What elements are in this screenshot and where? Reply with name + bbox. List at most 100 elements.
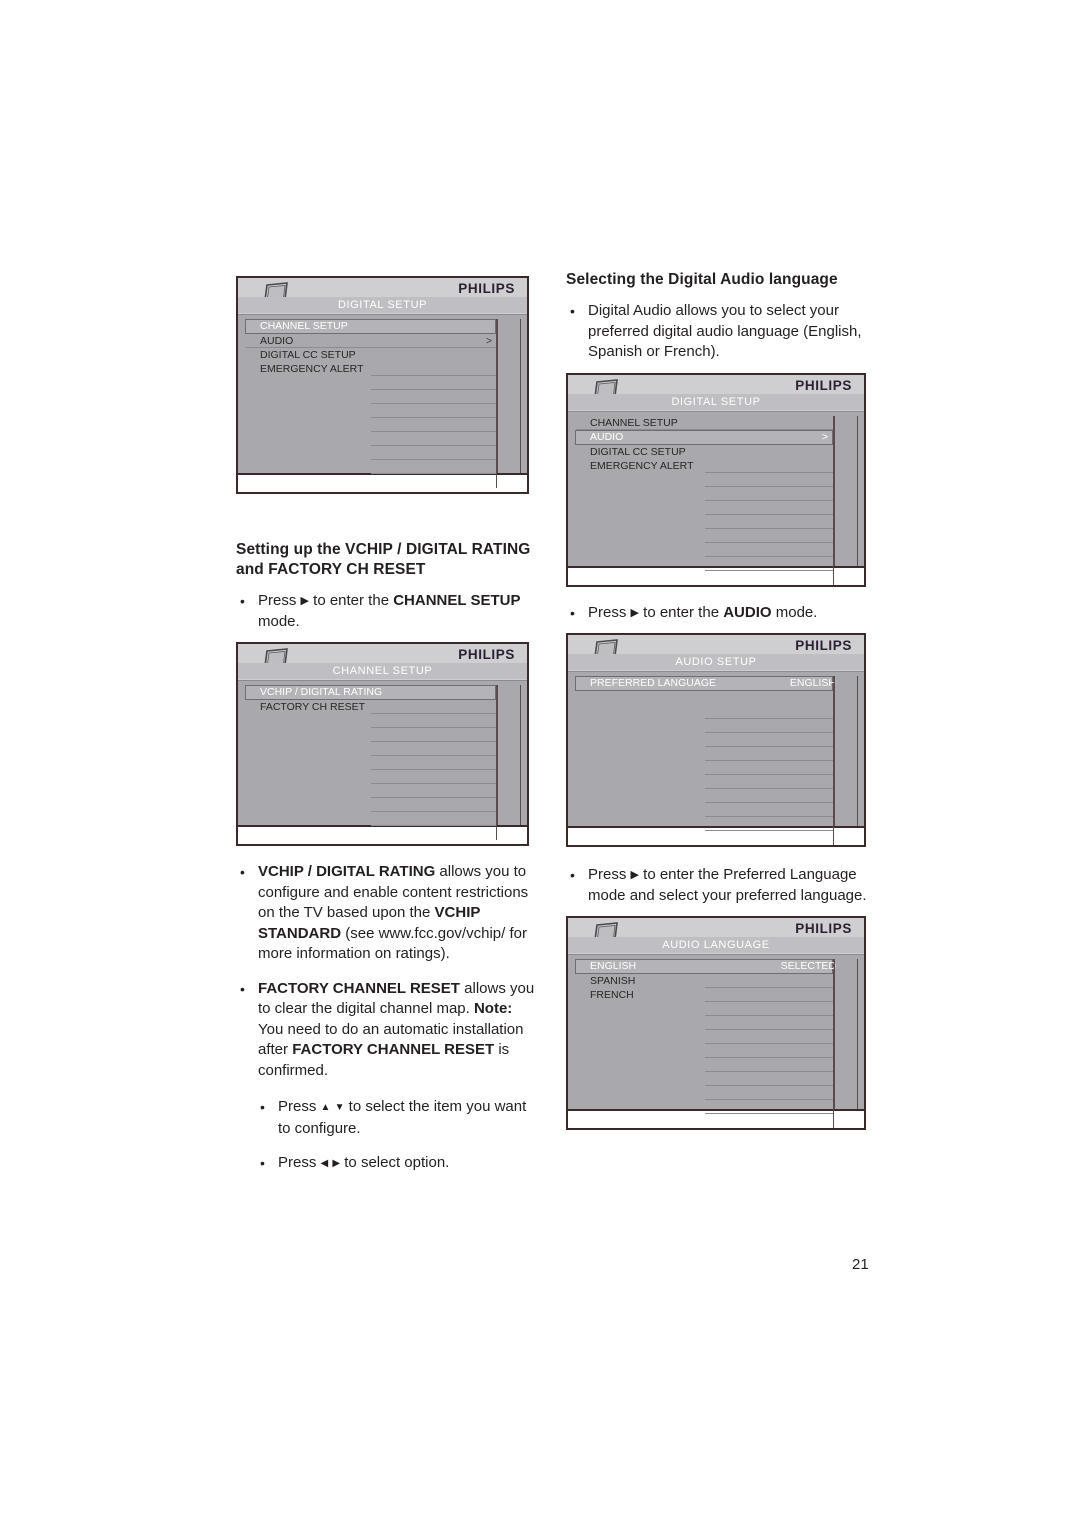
bullet-text: VCHIP / DIGITAL RATING allows you to con…: [258, 862, 536, 965]
osd-side-panel: [834, 676, 858, 826]
osd-row[interactable]: AUDIO >: [575, 429, 833, 445]
osd-row: [246, 390, 496, 404]
text-after: to select option.: [340, 1154, 450, 1171]
osd-row[interactable]: CHANNEL SETUP: [245, 319, 496, 334]
osd-row: [576, 1002, 833, 1016]
osd-row: [576, 719, 833, 733]
osd-header: PHILIPS CHANNEL SETUP: [238, 644, 527, 681]
osd-row[interactable]: DIGITAL CC SETUP: [576, 445, 833, 459]
bullet-channel-setup: • Press ▶ to enter the CHANNEL SETUP mod…: [236, 591, 536, 632]
bullet-text: Press ◀ ▶ to select option.: [278, 1153, 536, 1175]
osd-row: [576, 571, 833, 585]
osd-row: [246, 756, 496, 770]
osd-row: [576, 789, 833, 803]
osd-digital-setup-right: PHILIPS DIGITAL SETUP CHANNEL SETUP AUDI…: [566, 372, 866, 587]
right-arrow-icon: ▶: [630, 606, 639, 619]
osd-channel-setup: PHILIPS CHANNEL SETUP VCHIP / DIGITAL RA…: [236, 642, 529, 846]
down-arrow-icon: ▼: [334, 1102, 345, 1113]
osd-row: [576, 831, 833, 845]
right-arrow-icon: ▶: [300, 595, 309, 607]
osd-row: [576, 515, 833, 529]
osd-row-label: AUDIO: [260, 335, 294, 347]
osd-row[interactable]: ENGLISH SELECTED: [575, 959, 836, 974]
osd-row[interactable]: VCHIP / DIGITAL RATING: [245, 685, 496, 700]
text-bold: CHANNEL SETUP: [393, 592, 521, 609]
osd-row-value: ENGLISH: [789, 677, 836, 689]
right-arrow-icon: ▶: [332, 1158, 341, 1169]
osd-row[interactable]: DIGITAL CC SETUP: [246, 348, 496, 362]
osd-row-label: SPANISH: [590, 975, 636, 987]
bullet-text: Press ▶ to enter the CHANNEL SETUP mode.: [258, 591, 536, 632]
osd-row: [246, 714, 496, 728]
osd-row: [246, 826, 496, 840]
osd-header: PHILIPS DIGITAL SETUP: [238, 278, 527, 315]
osd-row: [576, 803, 833, 817]
osd-list: VCHIP / DIGITAL RATING FACTORY CH RESET: [245, 685, 497, 840]
text-mid: to enter the: [308, 592, 394, 609]
osd-row[interactable]: EMERGENCY ALERT: [576, 459, 833, 473]
osd-side-panel: [497, 319, 521, 473]
osd-row: [576, 705, 833, 719]
osd-digital-setup-left: PHILIPS DIGITAL SETUP CHANNEL SETUP AUDI…: [236, 276, 529, 494]
text-bold: AUDIO: [723, 603, 772, 621]
osd-row[interactable]: CHANNEL SETUP: [576, 416, 833, 430]
osd-row[interactable]: PREFERRED LANGUAGE ENGLISH: [575, 676, 836, 691]
osd-title: DIGITAL SETUP: [238, 297, 527, 313]
osd-row[interactable]: SPANISH: [576, 974, 833, 988]
text-before: Press: [278, 1154, 321, 1171]
osd-row: [576, 691, 833, 705]
bullet-dot: •: [570, 303, 575, 319]
osd-title: AUDIO LANGUAGE: [568, 937, 864, 953]
osd-row: [576, 1016, 833, 1030]
osd-row: [246, 742, 496, 756]
osd-row-label: ENGLISH: [590, 960, 637, 972]
osd-row-value: >: [821, 430, 828, 443]
osd-header: PHILIPS DIGITAL SETUP: [568, 374, 864, 412]
philips-logo: PHILIPS: [795, 377, 852, 393]
text-bold-vchip: VCHIP / DIGITAL RATING: [258, 863, 436, 880]
bullet-dot: •: [240, 980, 245, 997]
osd-row-label: PREFERRED LANGUAGE: [590, 677, 717, 689]
osd-row: [246, 460, 496, 474]
osd-row-label: VCHIP / DIGITAL RATING: [260, 686, 383, 698]
text-bold-factory: FACTORY CHANNEL RESET: [258, 979, 460, 997]
osd-row: [576, 733, 833, 747]
page-title-audio-language: Selecting the Digital Audio language: [566, 271, 838, 288]
osd-row[interactable]: FACTORY CH RESET: [246, 700, 496, 714]
text-mid: to enter the: [638, 603, 724, 621]
osd-row-label: FACTORY CH RESET: [260, 701, 366, 713]
osd-audio-setup: PHILIPS AUDIO SETUP PREFERRED LANGUAGE E…: [566, 633, 866, 847]
osd-row: [576, 557, 833, 571]
bullet-select-item: • Press ▲ ▼ to select the item you want …: [236, 1097, 536, 1139]
osd-row-value: SELECTED: [780, 960, 836, 972]
osd-body: CHANNEL SETUP AUDIO > DIGITAL CC SETUP E…: [238, 315, 527, 488]
osd-row: [576, 1086, 833, 1100]
philips-logo: PHILIPS: [458, 647, 515, 662]
osd-row[interactable]: FRENCH: [576, 988, 833, 1002]
bullet-dot: •: [570, 867, 575, 883]
page-title-vchip: Setting up the VCHIP / DIGITAL RATING an…: [236, 541, 531, 578]
osd-row: [246, 798, 496, 812]
osd-row[interactable]: EMERGENCY ALERT: [246, 362, 496, 376]
bullet-dot: •: [240, 864, 245, 880]
bullet-dot: •: [240, 593, 245, 609]
osd-row: [576, 473, 833, 487]
bullet-factory-reset: • FACTORY CHANNEL RESET allows you to cl…: [236, 979, 536, 1082]
text-bold-factory-2: FACTORY CHANNEL RESET: [292, 1041, 495, 1058]
page-number: 21: [852, 1256, 869, 1273]
bullet-text: Digital Audio allows you to select your …: [588, 302, 862, 360]
text-after: mode.: [258, 612, 300, 630]
osd-row: [246, 770, 496, 784]
osd-body: VCHIP / DIGITAL RATING FACTORY CH RESET: [238, 681, 527, 840]
left-arrow-icon: ◀: [320, 1158, 329, 1169]
right-arrow-icon: ▶: [630, 869, 639, 881]
bullet-text: Press ▲ ▼ to select the item you want to…: [278, 1097, 536, 1139]
osd-row: [576, 775, 833, 789]
osd-row[interactable]: AUDIO >: [246, 334, 496, 348]
text-before: Press: [588, 866, 631, 883]
osd-row-label: DIGITAL CC SETUP: [260, 349, 356, 361]
osd-row-label: EMERGENCY ALERT: [260, 363, 364, 375]
osd-row: [576, 1044, 833, 1058]
philips-logo: PHILIPS: [458, 281, 515, 296]
text-before: Press: [588, 603, 631, 621]
